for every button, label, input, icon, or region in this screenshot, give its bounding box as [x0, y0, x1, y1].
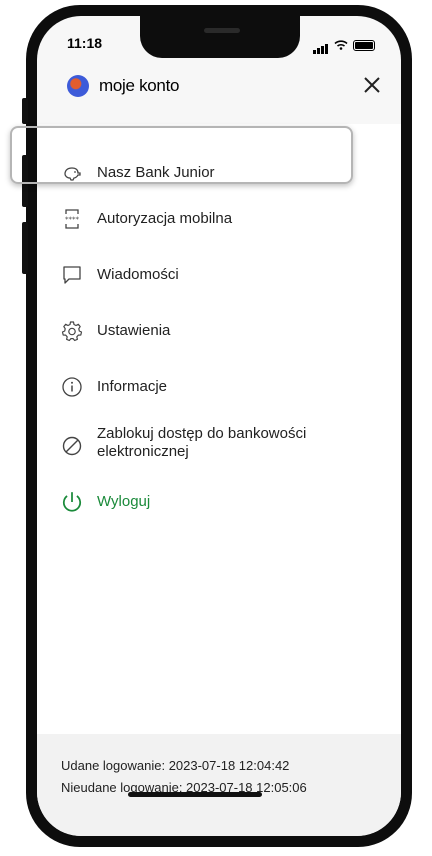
info-icon: [62, 377, 82, 397]
status-icons: [313, 36, 375, 54]
mobile-authorization-icon: ****: [65, 209, 80, 229]
highlight-frame: [10, 126, 353, 184]
login-info-footer: Udane logowanie: 2023-07-18 12:04:42 Nie…: [37, 734, 401, 836]
menu-item-wyloguj[interactable]: Wyloguj: [37, 486, 401, 518]
status-time: 11:18: [67, 35, 103, 51]
power-icon: [62, 492, 82, 512]
wifi-icon: [334, 40, 348, 50]
menu-item-label: Ustawienia: [97, 322, 171, 339]
menu-item-zablokuj-dostep[interactable]: Zablokuj dostęp do bankowości elektronic…: [37, 422, 401, 466]
menu-item-label-line2: elektronicznej: [97, 443, 189, 460]
gear-icon: [61, 321, 83, 342]
menu-item-label: Informacje: [97, 378, 168, 395]
menu-list: Nasz Bank Junior **** Autoryzacja mobiln…: [37, 124, 401, 734]
home-indicator[interactable]: [128, 792, 262, 797]
menu-item-label: Wiadomości: [97, 266, 179, 283]
phone-notch: [140, 16, 300, 58]
page-title: moje konto: [99, 76, 180, 95]
speaker: [204, 28, 240, 33]
menu-item-informacje[interactable]: Informacje: [37, 372, 401, 402]
avatar[interactable]: [67, 75, 89, 97]
menu-item-autoryzacja-mobilna[interactable]: **** Autoryzacja mobilna: [37, 204, 401, 234]
phone-mute-switch: [22, 98, 28, 124]
phone-volume-down: [22, 222, 28, 274]
success-login-text: Udane logowanie: 2023-07-18 12:04:42: [61, 758, 290, 773]
app-header: moje konto: [37, 62, 401, 124]
signal-icon: [313, 36, 329, 54]
battery-icon: [353, 39, 375, 51]
svg-text:****: ****: [65, 216, 80, 224]
menu-item-label: Autoryzacja mobilna: [97, 210, 233, 227]
menu-item-ustawienia[interactable]: Ustawienia: [37, 316, 401, 346]
message-icon: [63, 266, 81, 284]
block-icon: [62, 436, 82, 456]
menu-item-wiadomosci[interactable]: Wiadomości: [37, 260, 401, 290]
menu-item-label: Wyloguj: [97, 493, 151, 510]
close-icon[interactable]: [359, 72, 385, 98]
menu-item-label-line1: Zablokuj dostęp do bankowości: [97, 425, 307, 442]
